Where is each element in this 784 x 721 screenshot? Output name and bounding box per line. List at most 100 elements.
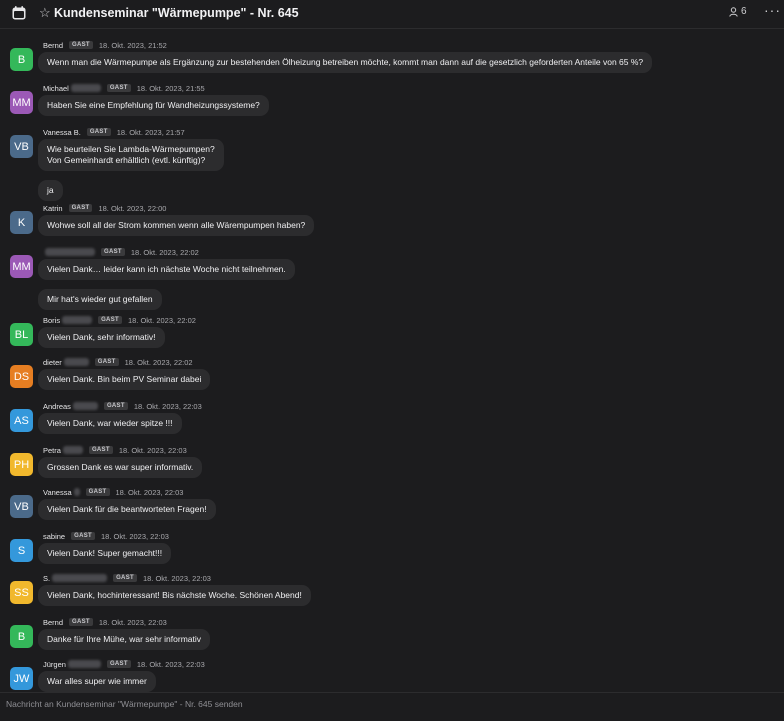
timestamp: 18. Okt. 2023, 22:03 — [133, 401, 202, 411]
guest-badge: GAST — [69, 618, 93, 626]
guest-badge: GAST — [113, 574, 137, 582]
guest-badge: GAST — [69, 41, 93, 49]
timestamp: 18. Okt. 2023, 22:03 — [118, 445, 187, 455]
guest-badge: GAST — [103, 402, 128, 410]
message-meta: Jürgen GAST 18. Okt. 2023, 22:03 — [43, 658, 205, 670]
timestamp: 18. Okt. 2023, 22:03 — [136, 659, 205, 669]
message-bubble[interactable]: Vielen Dank. Bin beim PV Seminar dabei — [38, 369, 211, 390]
participant-count: 6 — [741, 6, 747, 17]
timestamp: 18. Okt. 2023, 22:00 — [98, 203, 167, 213]
sender-name[interactable]: Michael — [43, 84, 69, 93]
message-input[interactable]: Nachricht an Kundenseminar "Wärmepumpe" … — [6, 699, 243, 709]
sender-name[interactable]: Vanessa — [43, 488, 72, 497]
sender-name[interactable]: sabine — [43, 532, 65, 541]
avatar[interactable]: B — [10, 48, 33, 71]
redacted-name — [72, 402, 98, 410]
chat-header: ☆ Kundenseminar "Wärmepumpe" - Nr. 645 6… — [0, 0, 784, 29]
redacted-name — [73, 488, 80, 496]
message-bubble[interactable]: Wohwe soll all der Strom kommen wenn all… — [38, 215, 315, 236]
timestamp: 18. Okt. 2023, 22:03 — [100, 531, 169, 541]
message-meta: GAST 18. Okt. 2023, 22:02 — [43, 246, 199, 258]
guest-badge: GAST — [88, 446, 113, 454]
avatar[interactable]: MM — [10, 255, 33, 278]
message-meta: Boris GAST 18. Okt. 2023, 22:02 — [43, 314, 196, 326]
avatar[interactable]: DS — [10, 365, 33, 388]
redacted-name — [45, 248, 95, 256]
guest-badge: GAST — [86, 128, 111, 136]
message-bubble[interactable]: Danke für Ihre Mühe, war sehr informativ — [38, 629, 211, 650]
avatar[interactable]: SS — [10, 581, 33, 604]
avatar[interactable]: VB — [10, 135, 33, 158]
avatar[interactable]: S — [10, 539, 33, 562]
redacted-name — [62, 316, 93, 324]
timestamp: 18. Okt. 2023, 22:03 — [98, 617, 167, 627]
sender-name[interactable]: Vanessa B. — [43, 128, 81, 137]
message-bubble[interactable]: Wenn man die Wärmepumpe als Ergänzung zu… — [38, 52, 653, 73]
guest-badge: GAST — [98, 316, 122, 324]
guest-badge: GAST — [85, 488, 110, 496]
message-bubble[interactable]: Vielen Dank… leider kann ich nächste Woc… — [38, 259, 295, 280]
participants-button[interactable]: 6 — [729, 6, 747, 17]
guest-badge: GAST — [71, 532, 95, 540]
timestamp: 18. Okt. 2023, 21:52 — [98, 40, 167, 50]
message-meta: Petra GAST 18. Okt. 2023, 22:03 — [43, 444, 187, 456]
message-meta: Bernd GAST 18. Okt. 2023, 21:52 — [43, 39, 167, 51]
sender-name[interactable]: Boris — [43, 316, 60, 325]
guest-badge: GAST — [101, 248, 125, 256]
message-bubble[interactable]: Wie beurteilen Sie Lambda-Wärmepumpen? V… — [38, 139, 224, 171]
redacted-name — [70, 84, 101, 92]
more-options-button[interactable]: ··· — [764, 2, 781, 18]
sender-name[interactable]: Bernd — [43, 618, 63, 627]
timestamp: 18. Okt. 2023, 22:03 — [142, 573, 211, 583]
guest-badge: GAST — [68, 204, 93, 212]
message-meta: Katrin GAST 18. Okt. 2023, 22:00 — [43, 202, 166, 214]
message-meta: dieter GAST 18. Okt. 2023, 22:02 — [43, 356, 193, 368]
timestamp: 18. Okt. 2023, 22:02 — [127, 315, 196, 325]
message-meta: Michael GAST 18. Okt. 2023, 21:55 — [43, 82, 205, 94]
message-meta: Vanessa GAST 18. Okt. 2023, 22:03 — [43, 486, 183, 498]
redacted-name — [62, 446, 83, 454]
message-bubble[interactable]: Grossen Dank es war super informativ. — [38, 457, 203, 478]
timestamp: 18. Okt. 2023, 21:55 — [136, 83, 205, 93]
message-list: B Bernd GAST 18. Okt. 2023, 21:52 Wenn man d… — [0, 30, 784, 692]
sender-name[interactable]: Bernd — [43, 41, 63, 50]
guest-badge: GAST — [106, 84, 131, 92]
sender-name[interactable]: Jürgen — [43, 660, 66, 669]
timestamp: 18. Okt. 2023, 22:02 — [130, 247, 199, 257]
channel-title: Kundenseminar "Wärmepumpe" - Nr. 645 — [54, 6, 299, 20]
message-meta: Vanessa B. GAST 18. Okt. 2023, 21:57 — [43, 126, 185, 138]
sender-name[interactable]: S. — [43, 574, 50, 583]
avatar[interactable]: BL — [10, 323, 33, 346]
avatar[interactable]: PH — [10, 453, 33, 476]
redacted-name — [52, 574, 108, 582]
timestamp: 18. Okt. 2023, 22:02 — [124, 357, 193, 367]
avatar[interactable]: JW — [10, 667, 33, 690]
calendar-icon[interactable] — [12, 6, 26, 20]
avatar[interactable]: MM — [10, 91, 33, 114]
message-bubble[interactable]: ja — [38, 180, 63, 201]
composer[interactable]: Nachricht an Kundenseminar "Wärmepumpe" … — [0, 692, 784, 721]
sender-name[interactable]: dieter — [43, 358, 62, 367]
sender-name[interactable]: Katrin — [43, 204, 63, 213]
avatar[interactable]: B — [10, 625, 33, 648]
sender-name[interactable]: Andreas — [43, 402, 71, 411]
message-bubble[interactable]: Vielen Dank, sehr informativ! — [38, 327, 165, 348]
message-bubble[interactable]: Mir hat's wieder gut gefallen — [38, 289, 162, 310]
sender-name[interactable]: Petra — [43, 446, 61, 455]
redacted-name — [67, 660, 101, 668]
message-bubble[interactable]: War alles super wie immer — [38, 671, 156, 692]
message-meta: Bernd GAST 18. Okt. 2023, 22:03 — [43, 616, 167, 628]
avatar[interactable]: AS — [10, 409, 33, 432]
message-meta: S. GAST 18. Okt. 2023, 22:03 — [43, 572, 211, 584]
message-bubble[interactable]: Vielen Dank für die beantworteten Fragen… — [38, 499, 216, 520]
star-icon[interactable]: ☆ — [39, 5, 51, 21]
avatar[interactable]: K — [10, 211, 33, 234]
message-bubble[interactable]: Haben Sie eine Empfehlung für Wandheizun… — [38, 95, 269, 116]
message-bubble[interactable]: Vielen Dank, war wieder spitze !!! — [38, 413, 182, 434]
message-bubble[interactable]: Vielen Dank, hochinteressant! Bis nächst… — [38, 585, 311, 606]
message-bubble[interactable]: Vielen Dank! Super gemacht!!! — [38, 543, 172, 564]
person-icon — [729, 6, 738, 17]
avatar[interactable]: VB — [10, 495, 33, 518]
message-meta: sabine GAST 18. Okt. 2023, 22:03 — [43, 530, 169, 542]
guest-badge: GAST — [94, 358, 119, 366]
